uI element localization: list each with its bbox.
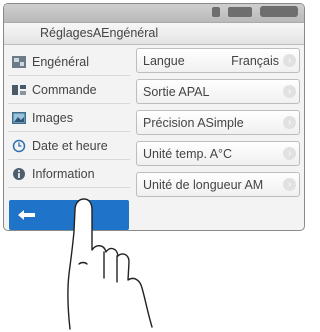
setting-temp-unit[interactable]: Unité temp. A°C › [136, 141, 300, 166]
chevron-right-icon: › [283, 147, 296, 160]
setting-label: Unité temp. A°C [143, 146, 233, 161]
back-arrow-icon [17, 208, 37, 227]
sidebar-item-information[interactable]: Information [8, 160, 130, 188]
sidebar-item-label: Engénéral [32, 54, 89, 69]
setting-language[interactable]: Langue Français › [136, 48, 300, 73]
sidebar-item-label: Date et heure [32, 138, 108, 153]
images-icon [10, 110, 27, 125]
chevron-right-icon: › [283, 178, 296, 191]
page-title: RéglagesAEngénéral [4, 23, 304, 45]
battery-icon [260, 6, 298, 17]
setting-length-unit[interactable]: Unité de longueur AM › [136, 172, 300, 197]
settings-panel: Langue Français › Sortie APAL › Précisio… [136, 48, 300, 203]
sidebar-item-date-time[interactable]: Date et heure [8, 132, 130, 160]
info-icon [10, 166, 27, 181]
setting-label: Sortie APAL [143, 84, 210, 99]
general-settings-icon [10, 54, 27, 69]
sidebar-item-label: Information [32, 166, 95, 181]
setting-label: Unité de longueur AM [143, 177, 264, 192]
chevron-right-icon: › [283, 85, 296, 98]
sidebar-item-general[interactable]: Engénéral [8, 48, 130, 76]
status-bar [4, 4, 304, 23]
setting-label: Langue [143, 53, 185, 68]
chevron-right-icon: › [283, 116, 296, 129]
setting-precision[interactable]: Précision ASimple › [136, 110, 300, 135]
setting-output[interactable]: Sortie APAL › [136, 79, 300, 104]
command-icon [10, 82, 27, 97]
chevron-right-icon: › [283, 54, 296, 67]
pointing-hand-icon [67, 198, 153, 330]
signal-icon [212, 6, 220, 17]
clock-icon [10, 138, 27, 153]
status-indicator-icon [228, 6, 252, 17]
sidebar-item-command[interactable]: Commande [8, 76, 130, 104]
setting-label: Précision ASimple [143, 115, 244, 130]
sidebar-item-images[interactable]: Images [8, 104, 130, 132]
sidebar-item-label: Images [32, 110, 73, 125]
setting-value: Français [231, 53, 279, 68]
sidebar-item-label: Commande [32, 82, 97, 97]
